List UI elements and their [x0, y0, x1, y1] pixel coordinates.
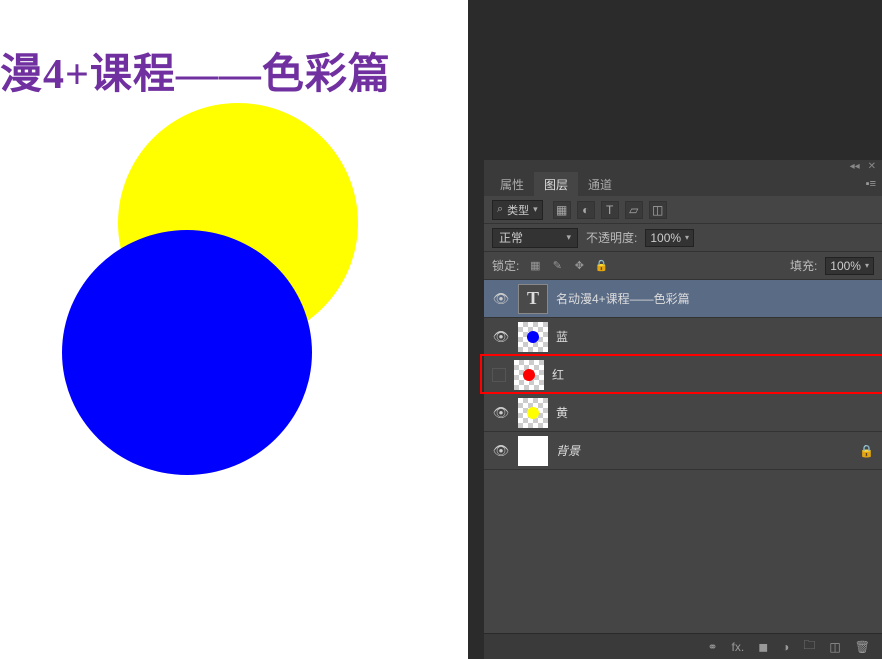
opacity-label: 不透明度:: [586, 229, 637, 246]
layer-fx-icon[interactable]: fx.: [732, 640, 745, 654]
new-layer-icon[interactable]: ◫: [829, 640, 840, 654]
layer-row[interactable]: 👁 T 名动漫4+课程——色彩篇: [484, 280, 882, 318]
canvas-title-text: 漫4+课程——色彩篇: [0, 40, 391, 101]
lock-all-icon[interactable]: 🔒: [593, 258, 609, 274]
filter-pixel-icon[interactable]: ▦: [553, 201, 571, 219]
layer-row[interactable]: 👁 背景 🔒: [484, 432, 882, 470]
layer-thumbnail[interactable]: T: [518, 284, 548, 314]
chevron-down-icon: ▾: [566, 232, 571, 243]
lock-row: 锁定: ▦ ✎ ✥ 🔒 填充: 100% ▾: [484, 252, 882, 280]
visibility-toggle-icon[interactable]: 👁: [492, 291, 510, 307]
layer-name-label[interactable]: 黄: [556, 404, 568, 421]
adjustment-layer-icon[interactable]: ◑: [782, 640, 789, 654]
lock-icons: ▦ ✎ ✥ 🔒: [527, 258, 609, 274]
delete-layer-icon[interactable]: 🗑: [855, 640, 870, 654]
lock-transparency-icon[interactable]: ▦: [527, 258, 543, 274]
fill-label: 填充:: [790, 257, 817, 274]
filter-adjust-icon[interactable]: ◐: [577, 201, 595, 219]
layer-name-label[interactable]: 背景: [556, 442, 580, 459]
panel-topbar: ◂◂ ✕: [484, 160, 882, 172]
chevron-down-icon: ▾: [865, 261, 869, 270]
filter-kind-select[interactable]: ⌕ 类型 ▾: [492, 200, 543, 220]
lock-paint-icon[interactable]: ✎: [549, 258, 565, 274]
link-layers-icon[interactable]: ⚭: [707, 640, 717, 654]
filter-type-icons: ▦ ◐ T ▱ ◫: [553, 201, 667, 219]
layer-row[interactable]: 👁黄: [484, 394, 882, 432]
layer-group-icon[interactable]: 🗀: [803, 636, 815, 657]
layer-name-label[interactable]: 蓝: [556, 328, 568, 345]
layer-mask-icon[interactable]: ◼: [758, 640, 768, 654]
tab-properties[interactable]: 属性: [490, 172, 534, 197]
shape-color-dot: [527, 331, 539, 343]
chevron-down-icon: ▾: [685, 233, 689, 242]
shape-color-dot: [523, 369, 535, 381]
blue-circle: [62, 230, 312, 475]
opacity-input[interactable]: 100% ▾: [645, 229, 694, 247]
lock-position-icon[interactable]: ✥: [571, 258, 587, 274]
layer-thumbnail[interactable]: [518, 398, 548, 428]
layer-thumbnail[interactable]: [518, 436, 548, 466]
close-icon[interactable]: ✕: [868, 161, 876, 172]
tab-channels[interactable]: 通道: [578, 172, 622, 197]
layers-panel: ◂◂ ✕ 属性 图层 通道 ▪≡ ⌕ 类型 ▾ ▦ ◐ T ▱ ◫ 正常 ▾ 不…: [484, 160, 882, 659]
lock-icon: 🔒: [859, 444, 874, 458]
fill-input[interactable]: 100% ▾: [825, 257, 874, 275]
tab-layers[interactable]: 图层: [534, 172, 578, 197]
opacity-value: 100%: [650, 231, 681, 245]
blend-mode-select[interactable]: 正常 ▾: [492, 228, 578, 248]
collapse-icon[interactable]: ◂◂: [850, 161, 860, 172]
layers-bottom-bar: ⚭ fx. ◼ ◑ 🗀 ◫ 🗑: [484, 633, 882, 659]
panel-tabs: 属性 图层 通道 ▪≡: [484, 172, 882, 196]
layer-filter-row: ⌕ 类型 ▾ ▦ ◐ T ▱ ◫: [484, 196, 882, 224]
search-icon: ⌕: [497, 203, 503, 216]
layer-name-label[interactable]: 名动漫4+课程——色彩篇: [556, 290, 690, 307]
visibility-toggle-icon[interactable]: 👁: [492, 405, 510, 421]
blend-mode-value: 正常: [499, 229, 523, 246]
visibility-toggle-icon[interactable]: 👁: [492, 443, 510, 459]
filter-kind-label: 类型: [507, 202, 529, 218]
fill-value: 100%: [830, 259, 861, 273]
visibility-toggle-icon[interactable]: 👁: [492, 329, 510, 345]
shape-color-dot: [527, 407, 539, 419]
layer-thumbnail[interactable]: [514, 360, 544, 390]
canvas-area: 漫4+课程——色彩篇: [0, 0, 468, 659]
layer-row[interactable]: 👁蓝: [484, 318, 882, 356]
filter-type-icon[interactable]: T: [601, 201, 619, 219]
filter-smart-icon[interactable]: ◫: [649, 201, 667, 219]
layer-name-label[interactable]: 红: [552, 366, 564, 383]
layer-thumbnail[interactable]: [518, 322, 548, 352]
visibility-toggle-icon[interactable]: [492, 368, 506, 382]
lock-label: 锁定:: [492, 257, 519, 274]
panel-menu-icon[interactable]: ▪≡: [866, 178, 876, 190]
chevron-down-icon: ▾: [533, 204, 538, 215]
filter-shape-icon[interactable]: ▱: [625, 201, 643, 219]
layer-row[interactable]: 红: [484, 356, 882, 394]
layers-list: 👁T名动漫4+课程——色彩篇👁蓝红👁黄👁背景🔒: [484, 280, 882, 470]
blend-row: 正常 ▾ 不透明度: 100% ▾: [484, 224, 882, 252]
